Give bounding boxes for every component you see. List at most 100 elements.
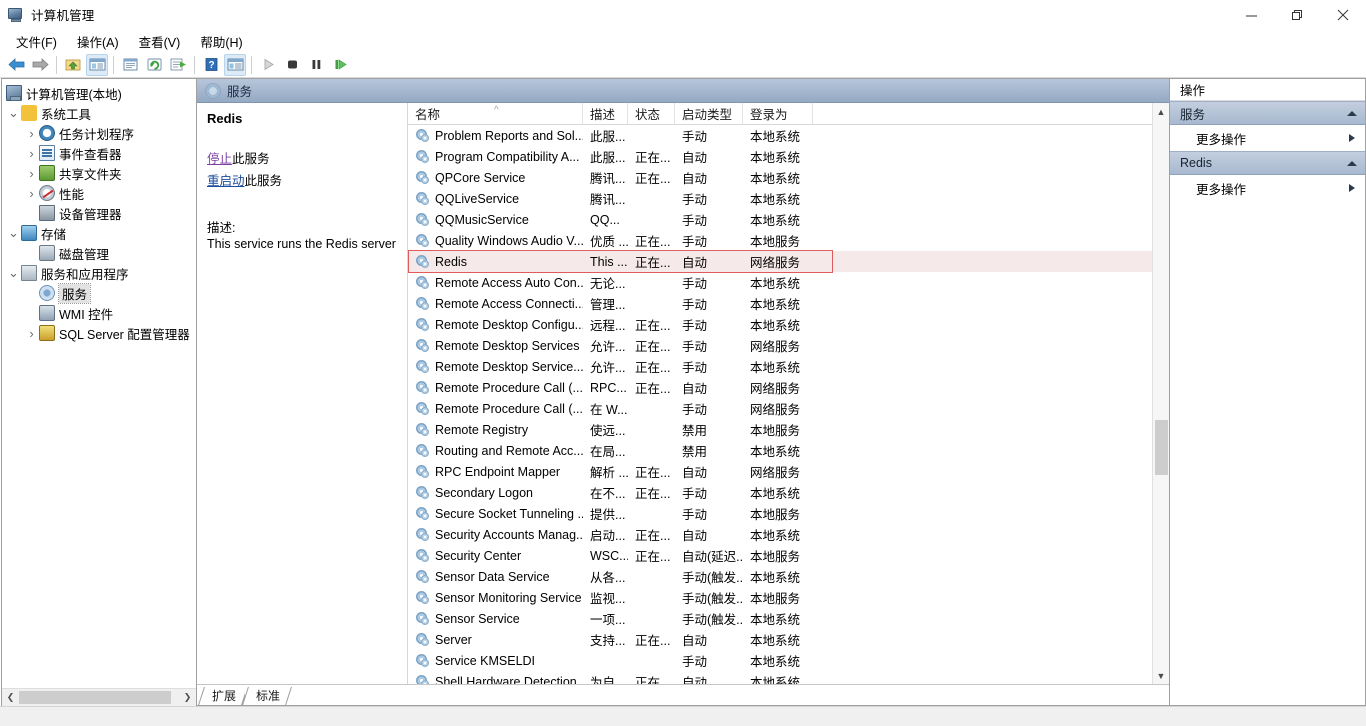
chevron-right-icon[interactable]: › (24, 146, 39, 161)
scroll-down-icon[interactable]: ▼ (1153, 667, 1169, 684)
list-scroll-thumb[interactable] (1155, 420, 1168, 475)
restart-service-icon[interactable] (329, 54, 351, 76)
minimize-button[interactable] (1228, 0, 1274, 30)
back-icon[interactable] (5, 54, 27, 76)
start-service-icon[interactable] (257, 54, 279, 76)
stop-service-action[interactable]: 停止此服务 (207, 148, 397, 167)
chevron-right-icon[interactable]: › (24, 126, 39, 141)
table-row[interactable]: Security Accounts Manag... 启动... 正在... 自动 本地… (408, 524, 1152, 545)
scroll-up-icon[interactable]: ▲ (1153, 103, 1169, 120)
menu-help[interactable]: 帮助(H) (190, 30, 252, 53)
table-row[interactable]: Remote Access Connecti... 管理... 手动 本地系统 (408, 293, 1152, 314)
scroll-right-icon[interactable]: ❯ (179, 688, 196, 706)
tree-item-12[interactable]: › SQL Server 配置管理器 (2, 323, 196, 343)
table-row[interactable]: RPC Endpoint Mapper 解析 ... 正在... 自动 网络服务 (408, 461, 1152, 482)
tree-item-10[interactable]: 服务 (2, 282, 196, 304)
table-row[interactable]: Shell Hardware Detection 为自... 正在... 自动 本地系统 (408, 671, 1152, 684)
forward-icon[interactable] (29, 54, 51, 76)
refresh-icon[interactable] (143, 54, 165, 76)
table-row[interactable]: QQMusicService QQ... 手动 本地系统 (408, 209, 1152, 230)
tab-standard[interactable]: 标准 (245, 687, 290, 705)
table-row[interactable]: Quality Windows Audio V... 优质 ... 正在... 手动 本… (408, 230, 1152, 251)
chevron-down-icon[interactable]: ⌄ (6, 266, 21, 279)
chevron-right-icon[interactable] (1349, 184, 1355, 192)
table-row[interactable]: Remote Access Auto Con... 无论... 手动 本地系统 (408, 272, 1152, 293)
close-button[interactable] (1320, 0, 1366, 30)
actions-redis-more-actions[interactable]: 更多操作 (1170, 175, 1365, 201)
table-row[interactable]: Remote Procedure Call (... RPC... 正在... 自动 网… (408, 377, 1152, 398)
chevron-right-icon[interactable]: › (24, 186, 39, 201)
list-scroll-track[interactable] (1153, 120, 1169, 667)
tree-item-2[interactable]: › 任务计划程序 (2, 123, 196, 143)
chevron-up-icon[interactable] (1347, 160, 1357, 166)
stop-service-link[interactable]: 停止 (207, 152, 232, 166)
table-row[interactable]: Server 支持... 正在... 自动 本地系统 (408, 629, 1152, 650)
export-list-icon[interactable] (167, 54, 189, 76)
table-row[interactable]: Secure Socket Tunneling ... 提供... 手动 本地服务 (408, 503, 1152, 524)
show-tree-icon[interactable] (86, 53, 108, 76)
tree-item-8[interactable]: 磁盘管理 (2, 243, 196, 263)
actions-group-redis-header[interactable]: Redis (1170, 151, 1365, 175)
table-row[interactable]: Remote Desktop Service... 允许... 正在... 手动 本地系… (408, 356, 1152, 377)
chevron-right-icon[interactable]: › (24, 326, 39, 341)
tree-item-7[interactable]: ⌄ 存储 (2, 223, 196, 243)
scroll-left-icon[interactable]: ❮ (2, 688, 19, 706)
tree-item-1[interactable]: ⌄ 系统工具 (2, 103, 196, 123)
chevron-down-icon[interactable]: ⌄ (6, 106, 21, 119)
help-icon[interactable]: ? (200, 54, 222, 76)
stop-service-icon[interactable] (281, 54, 303, 76)
up-folder-icon[interactable] (62, 54, 84, 76)
tree-root-computer-management[interactable]: 计算机管理(本地) (2, 83, 196, 103)
table-row[interactable]: Sensor Monitoring Service 监视... 手动(触发... 本地… (408, 587, 1152, 608)
table-row[interactable]: Program Compatibility A... 此服... 正在... 自动 本地… (408, 146, 1152, 167)
table-row[interactable]: Redis This ... 正在... 自动 网络服务 (408, 251, 1152, 272)
service-gear-icon (415, 296, 430, 311)
show-action-pane-icon[interactable] (224, 53, 246, 76)
restart-service-action[interactable]: 重启动此服务 (207, 170, 397, 189)
table-row[interactable]: QPCore Service 腾讯... 正在... 自动 本地系统 (408, 167, 1152, 188)
maximize-restore-button[interactable] (1274, 0, 1320, 30)
table-row[interactable]: Remote Procedure Call (... 在 W... 手动 网络服务 (408, 398, 1152, 419)
actions-services-more-actions[interactable]: 更多操作 (1170, 125, 1365, 151)
tree-item-6[interactable]: 设备管理器 (2, 203, 196, 223)
tree-scroll-track[interactable] (19, 688, 179, 706)
tree-item-9[interactable]: ⌄ 服务和应用程序 (2, 263, 196, 283)
table-row[interactable]: Problem Reports and Sol... 此服... 手动 本地系统 (408, 125, 1152, 146)
list-vertical-scrollbar[interactable]: ▲ ▼ (1152, 103, 1169, 684)
column-header-status[interactable]: 状态 (628, 103, 675, 124)
tab-extended[interactable]: 扩展 (201, 687, 246, 705)
tree-item-4[interactable]: › 共享文件夹 (2, 163, 196, 183)
table-row[interactable]: Remote Desktop Services 允许... 正在... 手动 网络服务 (408, 335, 1152, 356)
table-row[interactable]: Sensor Data Service 从各... 手动(触发... 本地系统 (408, 566, 1152, 587)
table-row[interactable]: Sensor Service 一项... 手动(触发... 本地系统 (408, 608, 1152, 629)
restart-service-link[interactable]: 重启动 (207, 174, 245, 188)
tree-item-11[interactable]: WMI 控件 (2, 303, 196, 323)
chevron-down-icon[interactable]: ⌄ (6, 226, 21, 239)
table-row[interactable]: Secondary Logon 在不... 正在... 手动 本地系统 (408, 482, 1152, 503)
table-row[interactable]: Remote Desktop Configu... 远程... 正在... 手动 本地系… (408, 314, 1152, 335)
menu-file[interactable]: 文件(F) (6, 30, 67, 53)
tree-item-5[interactable]: › 性能 (2, 183, 196, 203)
actions-group-services-header[interactable]: 服务 (1170, 101, 1365, 125)
table-row[interactable]: QQLiveService 腾讯... 手动 本地系统 (408, 188, 1152, 209)
properties-icon[interactable] (119, 54, 141, 76)
cell-desc: 腾讯... (590, 172, 626, 186)
menu-action[interactable]: 操作(A) (67, 30, 129, 53)
column-header-startup[interactable]: 启动类型 (675, 103, 743, 124)
table-row[interactable]: Security Center WSC... 正在... 自动(延迟... 本地服务 (408, 545, 1152, 566)
service-gear-icon (415, 128, 430, 143)
column-header-desc[interactable]: 描述 (583, 103, 628, 124)
chevron-up-icon[interactable] (1347, 110, 1357, 116)
table-row[interactable]: Service KMSELDI 手动 本地系统 (408, 650, 1152, 671)
tree-item-3[interactable]: › 事件查看器 (2, 143, 196, 163)
chevron-right-icon[interactable]: › (24, 166, 39, 181)
table-row[interactable]: Routing and Remote Acc... 在局... 禁用 本地系统 (408, 440, 1152, 461)
pause-service-icon[interactable] (305, 54, 327, 76)
tree-horizontal-scrollbar[interactable]: ❮ ❯ (2, 688, 196, 706)
column-header-logon[interactable]: 登录为 (743, 103, 813, 124)
chevron-right-icon[interactable] (1349, 134, 1355, 142)
column-header-name[interactable]: 名称 ^ (408, 103, 583, 124)
menu-view[interactable]: 查看(V) (129, 30, 191, 53)
table-row[interactable]: Remote Registry 使远... 禁用 本地服务 (408, 419, 1152, 440)
tree-scroll-thumb[interactable] (19, 690, 171, 704)
